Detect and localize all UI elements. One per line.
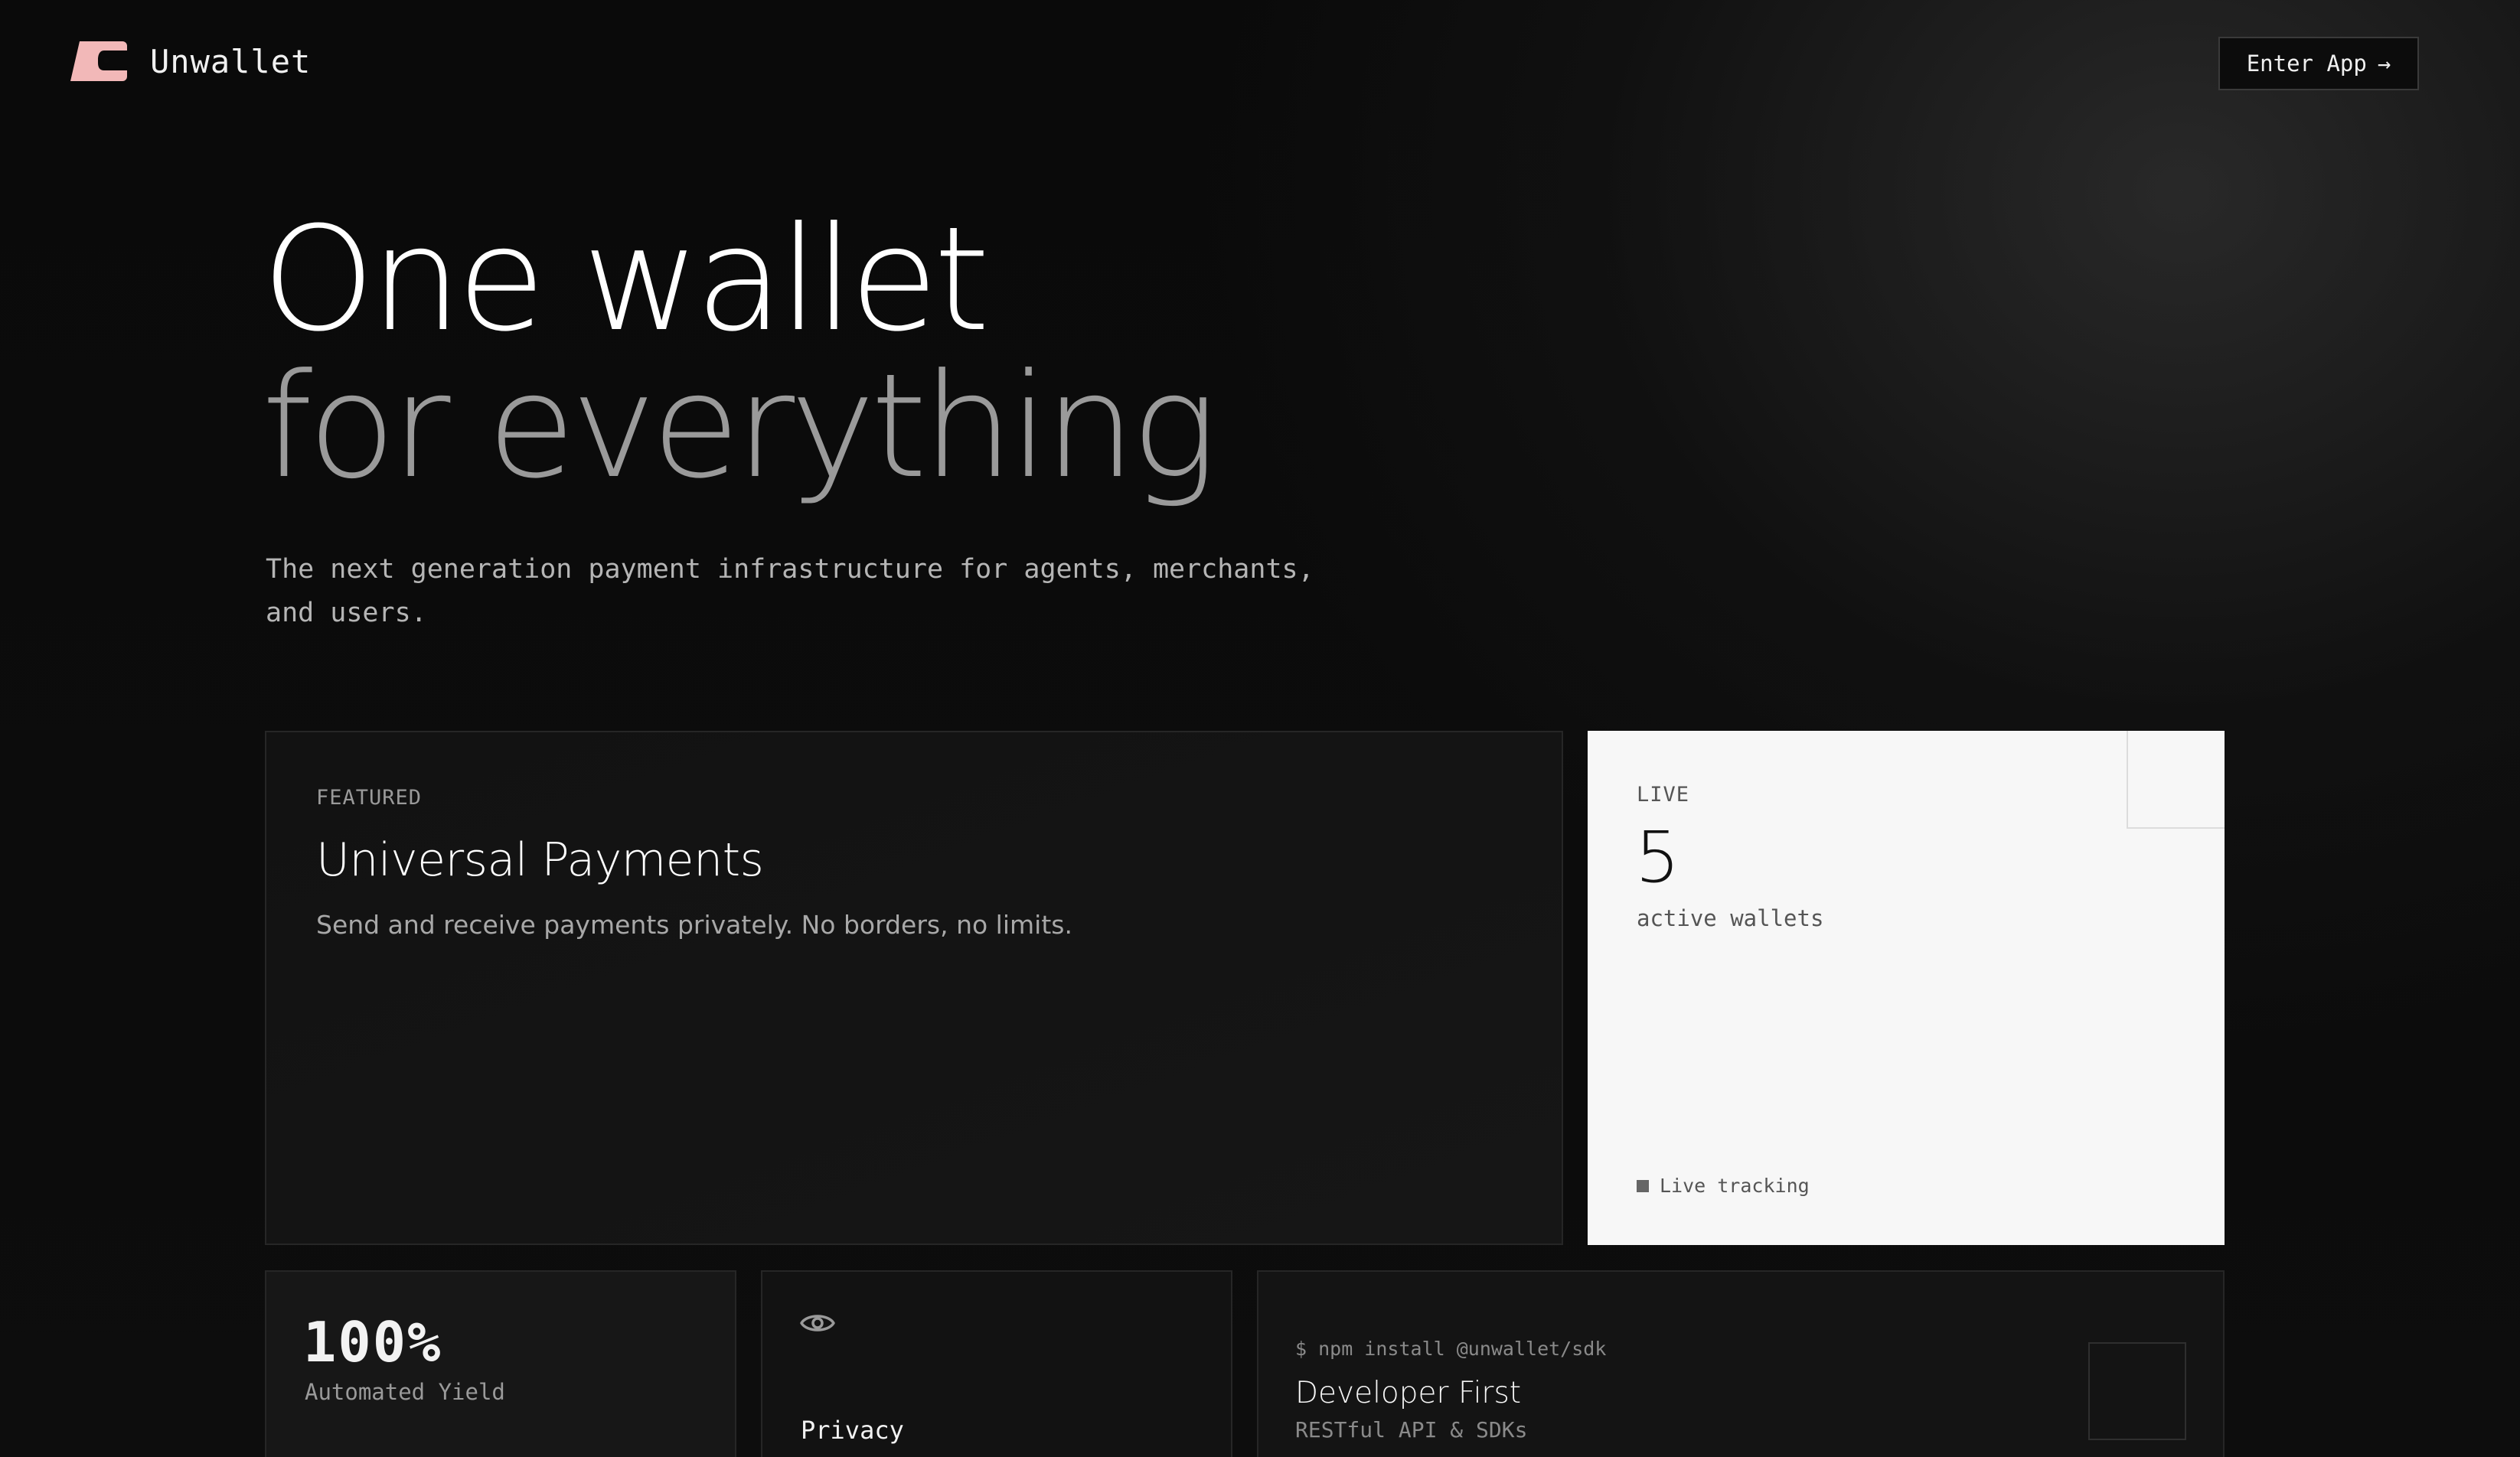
install-command: $ npm install @unwallet/sdk xyxy=(1295,1338,1607,1360)
developer-subtitle: RESTful API & SDKs xyxy=(1295,1417,1528,1442)
corner-decoration xyxy=(2127,731,2225,829)
featured-card[interactable]: FEATURED Universal Payments Send and rec… xyxy=(265,731,1563,1245)
hero-title: One wallet for everything xyxy=(262,196,1217,510)
hero-subtitle: The next generation payment infrastructu… xyxy=(266,554,1314,628)
yield-label: Automated Yield xyxy=(305,1379,505,1405)
developer-card[interactable]: $ npm install @unwallet/sdk Developer Fi… xyxy=(1257,1270,2225,1457)
active-wallets-label: active wallets xyxy=(1637,905,1824,931)
featured-title: Universal Payments xyxy=(316,833,764,887)
brand-name: Unwallet xyxy=(150,42,312,80)
arrow-right-icon: → xyxy=(2377,51,2391,77)
developer-decoration-box xyxy=(2088,1342,2186,1440)
brand-logo[interactable]: Unwallet xyxy=(69,40,311,83)
eye-icon xyxy=(800,1315,835,1332)
enter-app-button[interactable]: Enter App → xyxy=(2218,37,2419,90)
featured-description: Send and receive payments privately. No … xyxy=(316,910,1072,940)
live-wallets-card[interactable]: LIVE 5 active wallets Live tracking xyxy=(1588,731,2225,1245)
developer-title: Developer First xyxy=(1295,1376,1522,1410)
hero-title-line1: One wallet xyxy=(262,196,990,363)
featured-label: FEATURED xyxy=(316,786,423,810)
hero-title-line2: for everything xyxy=(262,343,1217,510)
active-wallets-count: 5 xyxy=(1635,817,1680,898)
yield-value: 100% xyxy=(303,1310,442,1374)
live-label: LIVE xyxy=(1637,783,1690,807)
status-square-icon xyxy=(1637,1179,1649,1192)
live-tracking-indicator: Live tracking xyxy=(1637,1175,1810,1197)
privacy-title: Privacy xyxy=(801,1416,904,1445)
live-tracking-label: Live tracking xyxy=(1660,1175,1810,1197)
privacy-card[interactable]: Privacy xyxy=(761,1270,1232,1457)
yield-card[interactable]: 100% Automated Yield xyxy=(265,1270,736,1457)
enter-app-label: Enter App xyxy=(2246,51,2367,77)
unwallet-logo-icon xyxy=(70,41,127,81)
